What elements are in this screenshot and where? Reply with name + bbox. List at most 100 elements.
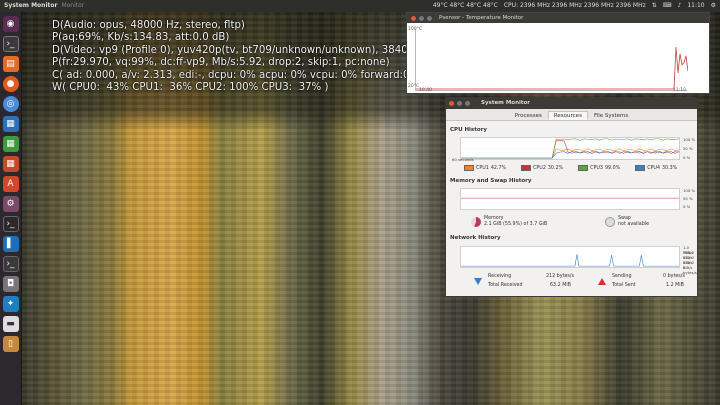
temperature-indicator[interactable]: 49°C 48°C 48°C 48°C (433, 0, 498, 12)
memory-history-graph (460, 188, 680, 210)
cpu4-swatch[interactable] (635, 165, 646, 171)
kodi-icon[interactable]: ✦ (2, 296, 19, 312)
osd-audio-decoder: D(Audio: opus, 48000 Hz, stereo, fltp) (52, 20, 245, 31)
tab-processes[interactable]: Processes (509, 111, 548, 120)
terminal-icon[interactable]: ›_ (2, 36, 19, 52)
osd-video-stats: P(fr:29.970, vq:99%, dc:ff-vp9, Mb/s:5.9… (52, 57, 390, 69)
swap-pie-icon (605, 217, 615, 227)
writer-icon[interactable]: ▦ (2, 116, 19, 132)
memory-history-heading: Memory and Swap History (450, 178, 532, 184)
cpu1-name: CPU1 (476, 165, 489, 171)
close-icon[interactable] (411, 15, 416, 21)
receiving-rate: 212 bytes/s (546, 274, 575, 279)
volume-icon[interactable]: ♪ (677, 0, 681, 12)
psensor-window: Psensor - Temperature Monitor 100°C 20°C… (406, 12, 710, 94)
app-menu-hint[interactable]: Monitor (61, 0, 84, 12)
terminal-2-icon[interactable]: ›_ (2, 216, 19, 232)
trash-icon[interactable]: ▯ (2, 336, 19, 352)
cpu3-name: CPU3 (590, 165, 603, 171)
cpu2-swatch[interactable] (521, 165, 532, 171)
network-icon[interactable]: ⇅ (652, 0, 657, 12)
cpu1-swatch[interactable] (464, 165, 474, 171)
mem-axis-50: 50 % (683, 196, 693, 201)
total-sent-value: 1.2 MiB (666, 283, 684, 288)
cpu3-legend[interactable]: CPU3 99.0% (578, 165, 620, 171)
system-monitor-window: System Monitor Processes Resources File … (445, 97, 698, 297)
memory-value: 2.1 GiB (55.9%) of 3.7 GiB (484, 222, 548, 227)
playback-stats-overlay: D(Audio: opus, 48000 Hz, stereo, fltp) P(… (52, 20, 452, 94)
cpu-history-heading: CPU History (450, 127, 487, 133)
gear-icon[interactable]: ⚙ (711, 0, 716, 12)
system-monitor-titlebar[interactable]: System Monitor (446, 98, 697, 109)
settings-icon[interactable]: ⚙ (2, 196, 19, 212)
top-panel: System Monitor Monitor 49°C 48°C 48°C 48… (0, 0, 720, 12)
panel-indicators: 49°C 48°C 48°C 48°C CPU: 2396 MHz 2396 M… (433, 0, 716, 12)
temperature-plot (415, 29, 689, 91)
cpu-axis-100: 100 % (683, 137, 696, 142)
ubuntu-logo-icon[interactable]: ◉ (2, 16, 19, 32)
total-sent-label: Total Sent (612, 283, 636, 288)
mem-axis-100: 100 % (683, 188, 696, 193)
cpu2-value: 30.2% (547, 165, 564, 171)
impress-icon[interactable]: ▦ (2, 156, 19, 172)
memory-pie-icon (471, 217, 481, 227)
window-title: System Monitor (481, 100, 530, 106)
cpu1-legend[interactable]: CPU1 42.7% (464, 165, 506, 171)
temp-axis-bottom: 20°C (408, 84, 420, 89)
psensor-titlebar[interactable]: Psensor - Temperature Monitor (407, 13, 709, 23)
maximize-icon[interactable] (465, 101, 470, 106)
cpu2-name: CPU2 (533, 165, 546, 171)
minimize-icon[interactable] (419, 15, 424, 21)
calc-icon[interactable]: ▦ (2, 136, 19, 152)
tab-bar: Processes Resources File Systems (446, 109, 697, 121)
cpu1-value: 42.7% (490, 165, 507, 171)
maximize-icon[interactable] (427, 15, 432, 21)
clock[interactable]: 11:10 (687, 0, 704, 12)
firefox-icon[interactable]: ● (2, 76, 19, 92)
cpu-frequency-indicator[interactable]: CPU: 2396 MHz 2396 MHz 2396 MHz 2396 MHz (504, 0, 646, 12)
cpu-history-graph (460, 137, 680, 160)
files-icon[interactable]: ▤ (2, 56, 19, 72)
software-center-icon[interactable]: A (2, 176, 19, 192)
network-graph-svg (461, 254, 679, 267)
sending-label: Sending (612, 274, 632, 279)
launcher: ◉ ›_ ▤ ● ◎ ▦ ▦ ▦ A ⚙ ›_ ▌ ›_ ◘ ✦ ▬ ▯ (0, 12, 22, 405)
terminal-3-icon[interactable]: ›_ (2, 256, 19, 272)
total-received-value: 63.2 MiB (550, 283, 571, 288)
receiving-label: Receiving (488, 274, 512, 279)
cpu2-line (461, 140, 679, 159)
net-axis-5: 0 bytes/s (683, 265, 697, 275)
chrome-icon[interactable]: ◎ (2, 96, 19, 112)
cpu-axis-50: 50 % (683, 146, 693, 151)
cpu4-value: 30.3% (662, 165, 678, 171)
receiving-arrow-icon (474, 278, 482, 285)
osd-audio-stats: P(aq:69%, Kb/s:134.83, att:0.0 dB) (52, 32, 230, 44)
cpu-axis-seconds: 60 seconds (452, 157, 474, 162)
temperature-line (416, 47, 689, 90)
tab-file-systems[interactable]: File Systems (588, 111, 634, 120)
temperature-graph (416, 47, 689, 90)
mem-axis-0: 0 % (683, 204, 691, 209)
osd-video-decoder: D(Video: vp9 (Profile 0), yuv420p(tv, bt… (52, 44, 440, 56)
close-icon[interactable] (449, 101, 454, 106)
total-received-label: Total Received (488, 283, 523, 288)
temp-axis-top: 100°C (408, 27, 422, 32)
cpu4-legend[interactable]: CPU4 30.3% (635, 165, 677, 171)
active-app-name: System Monitor (4, 2, 58, 9)
tab-resources[interactable]: Resources (547, 111, 588, 120)
memory-graph-svg (461, 197, 679, 199)
system-monitor-icon[interactable]: ▌ (2, 236, 19, 252)
cpu2-legend[interactable]: CPU2 30.2% (521, 165, 563, 171)
keyboard-icon[interactable]: ⌨ (663, 0, 672, 12)
cpu3-swatch[interactable] (578, 165, 589, 171)
minimize-icon[interactable] (457, 101, 462, 106)
cpu-axis-0: 0 % (683, 155, 691, 160)
psensor-title: Psensor - Temperature Monitor (439, 15, 524, 21)
cpu3-value: 99.0% (604, 165, 621, 171)
time-axis-right: 11:10 (673, 88, 686, 93)
network-history-graph (460, 246, 680, 268)
disk-icon[interactable]: ▬ (2, 316, 19, 332)
network-history-heading: Network History (450, 235, 501, 241)
screenshot-icon[interactable]: ◘ (2, 276, 19, 292)
receiving-line (461, 254, 679, 267)
